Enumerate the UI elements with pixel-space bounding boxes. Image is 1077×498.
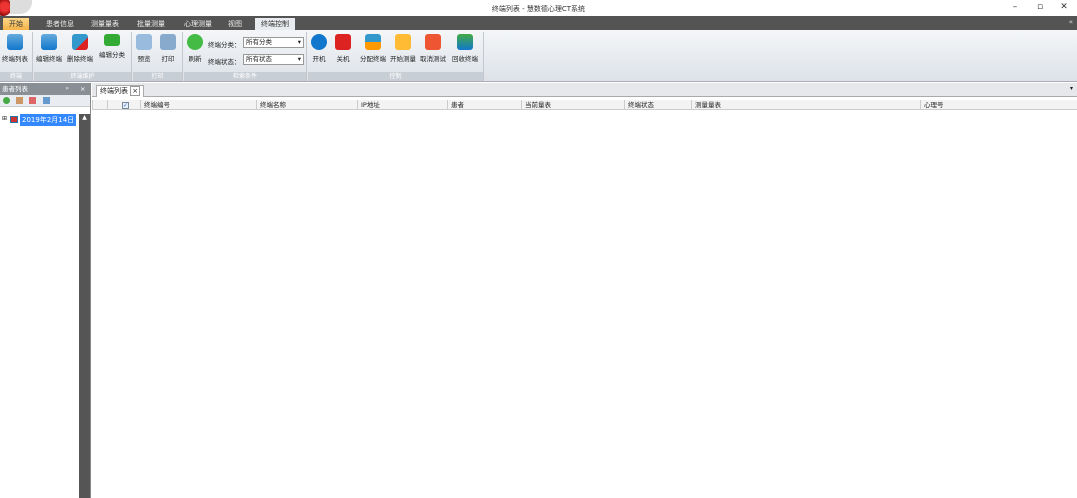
tab-terminal-control[interactable]: 终端控制 bbox=[255, 18, 295, 30]
close-icon[interactable]: ✕ bbox=[1057, 2, 1071, 12]
expand-icon[interactable]: ⊞ bbox=[2, 115, 7, 122]
status-label: 终端状态： bbox=[208, 58, 241, 66]
preview-button[interactable]: 预览 bbox=[136, 34, 152, 63]
power-off-icon bbox=[335, 34, 351, 50]
column-header[interactable]: 患者 bbox=[447, 100, 521, 110]
restore-icon[interactable]: ▫ bbox=[1033, 2, 1047, 12]
main-area: 终端列表 × ▾ ✓ 终端编号 终端名称 IP地址 患者 当前量表 终端状态 测… bbox=[92, 83, 1077, 498]
printer-icon bbox=[160, 34, 176, 50]
edit-category-button[interactable]: 编辑分类 bbox=[99, 34, 125, 59]
person-red-icon bbox=[425, 34, 441, 50]
edit-terminal-button[interactable]: 编辑终端 bbox=[36, 34, 62, 63]
panel-toolbar bbox=[0, 95, 90, 107]
status-value: 所有状态 bbox=[246, 55, 272, 63]
doc-tab-terminal-list[interactable]: 终端列表 × bbox=[96, 85, 145, 97]
print-preview-icon bbox=[136, 34, 152, 50]
monitor-icon bbox=[457, 34, 473, 50]
tab-view[interactable]: 视图 bbox=[222, 18, 248, 30]
assign-terminal-button[interactable]: 分配终端 bbox=[360, 34, 386, 63]
panel-header: 患者列表 ᵖ × bbox=[0, 83, 90, 95]
power-on-icon bbox=[311, 34, 327, 50]
minimize-icon[interactable]: – bbox=[1008, 2, 1022, 12]
panel-title: 患者列表 bbox=[2, 85, 28, 93]
ribbon-tabs: 开始 患者信息 测量量表 批量测量 心理测量 视图 终端控制 « bbox=[0, 16, 1077, 30]
group-label: 打印 bbox=[133, 72, 182, 81]
power-on-button[interactable]: 开机 bbox=[311, 34, 327, 63]
column-header[interactable]: 当前量表 bbox=[521, 100, 624, 110]
refresh-button[interactable]: 刷新 bbox=[187, 34, 203, 63]
edit-computer-icon bbox=[41, 34, 57, 50]
category-icon bbox=[104, 34, 120, 46]
refresh-icon[interactable] bbox=[3, 97, 10, 104]
dropdown-icon: ▾ bbox=[297, 55, 301, 63]
computers-icon bbox=[7, 34, 23, 50]
tab-scales[interactable]: 测量量表 bbox=[85, 18, 125, 30]
group-label: 终端维护 bbox=[34, 72, 131, 81]
power-off-button[interactable]: 关机 bbox=[335, 34, 351, 63]
group-terminal: 终端列表 终端 bbox=[0, 32, 33, 81]
ribbon: 终端列表 终端 编辑终端 删除终端 编辑分类 终端维护 预览 打印 打印 刷新 … bbox=[0, 30, 1077, 82]
group-label: 控制 bbox=[308, 72, 483, 81]
group-filter: 刷新 终端分类： 所有分类 ▾ 终端状态： 所有状态 ▾ 检索条件 bbox=[184, 32, 307, 81]
add-patient-icon[interactable] bbox=[16, 97, 24, 104]
delete-patient-icon[interactable] bbox=[29, 97, 37, 104]
cancel-test-button[interactable]: 取消测试 bbox=[420, 34, 446, 63]
group-label: 终端 bbox=[0, 72, 32, 81]
tab-start[interactable]: 开始 bbox=[3, 18, 29, 30]
print-button[interactable]: 打印 bbox=[160, 34, 176, 63]
tree-item-label: 2019年2月14日 bbox=[20, 114, 77, 126]
start-test-button[interactable]: 开始测量 bbox=[390, 34, 416, 63]
scrollbar[interactable]: ▲ bbox=[79, 114, 90, 498]
group-print: 预览 打印 打印 bbox=[133, 32, 183, 81]
title-bar: 终端列表 - 慧数德心理CT系统 – ▫ ✕ bbox=[0, 0, 1077, 16]
tree-item[interactable]: ⊞ 2019年2月14日 bbox=[0, 114, 90, 126]
dropdown-icon: ▾ bbox=[297, 38, 301, 46]
group-maintain: 编辑终端 删除终端 编辑分类 终端维护 bbox=[34, 32, 132, 81]
column-header[interactable]: 终端名称 bbox=[256, 100, 357, 110]
column-header[interactable]: 心理号 bbox=[920, 100, 1077, 110]
assign-icon bbox=[365, 34, 381, 50]
tab-batch[interactable]: 批量测量 bbox=[131, 18, 171, 30]
scroll-up-icon[interactable]: ▲ bbox=[79, 114, 90, 121]
column-header[interactable]: 终端编号 bbox=[140, 100, 256, 110]
patient-list-panel: 患者列表 ᵖ × ⊞ 2019年2月14日 ▲ bbox=[0, 83, 91, 498]
group-control: 开机 关机 分配终端 开始测量 取消测试 回收终端 控制 bbox=[308, 32, 484, 81]
column-header[interactable]: 终端状态 bbox=[624, 100, 691, 110]
terminal-list-button[interactable]: 终端列表 bbox=[2, 34, 28, 63]
tab-dropdown-icon[interactable]: ▾ bbox=[1070, 85, 1073, 92]
select-all-checkbox[interactable]: ✓ bbox=[107, 100, 140, 110]
doc-tab-label: 终端列表 bbox=[100, 87, 128, 95]
tab-psych[interactable]: 心理测量 bbox=[178, 18, 218, 30]
recycle-terminal-button[interactable]: 回收终端 bbox=[452, 34, 478, 63]
column-header[interactable]: 测量量表 bbox=[691, 100, 920, 110]
category-select[interactable]: 所有分类 ▾ bbox=[243, 37, 304, 48]
tab-patient-info[interactable]: 患者信息 bbox=[40, 18, 80, 30]
window-title: 终端列表 - 慧数德心理CT系统 bbox=[491, 5, 586, 13]
collapse-ribbon-icon[interactable]: « bbox=[1069, 18, 1073, 26]
calendar-icon bbox=[10, 116, 18, 123]
refresh-icon bbox=[187, 34, 203, 50]
category-label: 终端分类： bbox=[208, 41, 241, 49]
row-indicator-header bbox=[92, 100, 107, 110]
pin-icon[interactable]: ᵖ bbox=[66, 83, 69, 95]
search-icon[interactable] bbox=[42, 97, 50, 104]
status-select[interactable]: 所有状态 ▾ bbox=[243, 54, 304, 65]
close-tab-icon[interactable]: × bbox=[130, 86, 141, 96]
close-panel-icon[interactable]: × bbox=[80, 83, 85, 95]
person-yellow-icon bbox=[395, 34, 411, 50]
delete-terminal-button[interactable]: 删除终端 bbox=[67, 34, 93, 63]
category-value: 所有分类 bbox=[246, 38, 272, 46]
delete-computer-icon bbox=[72, 34, 88, 50]
group-label: 检索条件 bbox=[184, 72, 306, 81]
table-header: ✓ 终端编号 终端名称 IP地址 患者 当前量表 终端状态 测量量表 心理号 bbox=[92, 100, 1077, 110]
column-header[interactable]: IP地址 bbox=[357, 100, 447, 110]
document-tabs: 终端列表 × ▾ bbox=[92, 83, 1077, 97]
